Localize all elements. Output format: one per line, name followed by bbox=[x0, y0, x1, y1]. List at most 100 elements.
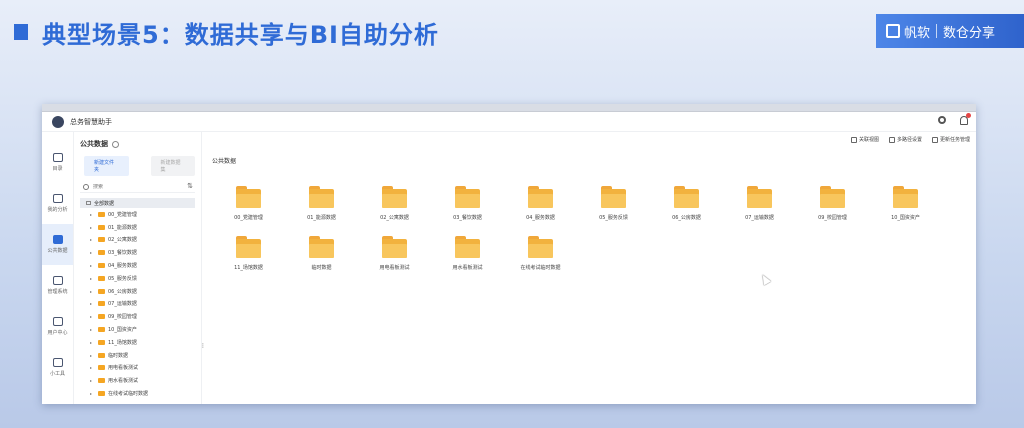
new-folder-button[interactable]: 新建文件夹 bbox=[84, 156, 129, 176]
folder-icon bbox=[528, 236, 553, 258]
root-folder-icon bbox=[86, 201, 91, 205]
nav-item-label: 我的分析 bbox=[47, 207, 68, 213]
nav-item[interactable]: 用户中心 bbox=[42, 306, 73, 347]
tree-item[interactable]: ▸ 用水看板测试 bbox=[90, 374, 195, 387]
tree-root-label: 全部数据 bbox=[94, 200, 115, 207]
folder-icon bbox=[382, 236, 407, 258]
folder-card[interactable]: 临时数据 bbox=[285, 236, 358, 271]
folder-card[interactable]: 09_校园管理 bbox=[796, 186, 869, 221]
folder-icon bbox=[674, 186, 699, 208]
folder-icon bbox=[98, 250, 105, 256]
toolbar-label: 多路径设置 bbox=[896, 137, 922, 143]
tree-item[interactable]: ▸ 在线考试临时数据 bbox=[90, 387, 195, 400]
expand-caret-icon[interactable]: ▸ bbox=[90, 378, 95, 383]
folder-card[interactable]: 在线考试临时数据 bbox=[504, 236, 577, 271]
expand-caret-icon[interactable]: ▸ bbox=[90, 353, 95, 358]
tree-item[interactable]: ▸ 02_公寓数据 bbox=[90, 234, 195, 247]
folder-card[interactable]: 10_国资资产 bbox=[869, 186, 942, 221]
brand-tagline: 数仓分享 bbox=[943, 25, 996, 41]
expand-caret-icon[interactable]: ▸ bbox=[90, 263, 95, 268]
folder-icon bbox=[98, 237, 105, 243]
nav-item[interactable]: 目录 bbox=[42, 142, 73, 183]
tree-item[interactable]: ▸ 用电看板测试 bbox=[90, 362, 195, 375]
toolbar-button[interactable]: 关联视图 bbox=[850, 136, 879, 143]
tree-item[interactable]: ▸ 09_校园管理 bbox=[90, 310, 195, 323]
toolbar-label: 更新任务管理 bbox=[939, 137, 970, 143]
new-dataset-button[interactable]: 新建数据集 bbox=[150, 156, 195, 176]
expand-caret-icon[interactable]: ▸ bbox=[90, 391, 95, 396]
expand-caret-icon[interactable]: ▸ bbox=[90, 250, 95, 255]
nav-item[interactable]: 管理系统 bbox=[42, 265, 73, 306]
folder-name: 用电看板测试 bbox=[379, 265, 410, 271]
app-logo-icon bbox=[52, 115, 64, 128]
tree-item[interactable]: ▸ 04_服务数据 bbox=[90, 259, 195, 272]
nav-item-label: 用户中心 bbox=[47, 330, 68, 336]
search-input[interactable] bbox=[93, 183, 173, 190]
tree-item[interactable]: ▸ 临时数据 bbox=[90, 349, 195, 362]
folder-icon bbox=[382, 186, 407, 208]
tree-item[interactable]: ▸ 03_餐饮数据 bbox=[90, 246, 195, 259]
tree-settings-gear-icon[interactable] bbox=[112, 140, 119, 148]
tree-title: 公共数据 bbox=[80, 140, 108, 148]
tree-item[interactable]: ▸ 01_能源数据 bbox=[90, 221, 195, 234]
tree-item[interactable]: ▸ 06_公房数据 bbox=[90, 285, 195, 298]
folder-icon bbox=[98, 327, 105, 333]
tree-item-label: 11_场馆数据 bbox=[108, 339, 137, 346]
folder-card[interactable]: 用电看板测试 bbox=[358, 236, 431, 271]
toolbar-label: 关联视图 bbox=[858, 137, 879, 143]
sort-icon[interactable]: ⇅ bbox=[187, 182, 193, 190]
nav-item-label: 公共数据 bbox=[47, 248, 68, 254]
nav-item[interactable]: 我的分析 bbox=[42, 183, 73, 224]
expand-caret-icon[interactable]: ▸ bbox=[90, 289, 95, 294]
folder-card[interactable]: 02_公寓数据 bbox=[358, 186, 431, 221]
folder-card[interactable]: 05_服务反馈 bbox=[577, 186, 650, 221]
expand-caret-icon[interactable]: ▸ bbox=[90, 212, 95, 217]
notification-bell-icon[interactable] bbox=[960, 113, 971, 125]
tree-item-label: 在线考试临时数据 bbox=[108, 391, 149, 398]
folder-card[interactable]: 用水看板测试 bbox=[431, 236, 504, 271]
folder-card[interactable]: 04_服务数据 bbox=[504, 186, 577, 221]
tree-item[interactable]: ▸ 05_服务反馈 bbox=[90, 272, 195, 285]
folder-card[interactable]: 06_公房数据 bbox=[650, 186, 723, 221]
expand-caret-icon[interactable]: ▸ bbox=[90, 237, 95, 242]
folder-icon bbox=[98, 378, 105, 384]
tree-item-label: 临时数据 bbox=[108, 352, 129, 359]
folder-name: 07_运输数据 bbox=[745, 215, 774, 221]
folder-card[interactable]: 01_能源数据 bbox=[285, 186, 358, 221]
app-window: 总务智慧助手 目录 我的分析 公共数据 管理系统 用户中心 小工具 公共数据 新建文件夹 … bbox=[42, 104, 976, 404]
folder-icon bbox=[820, 186, 845, 208]
database-icon bbox=[52, 235, 63, 244]
nav-item[interactable]: 小工具 bbox=[42, 347, 73, 388]
mouse-cursor bbox=[759, 272, 771, 286]
folder-card[interactable]: 11_场馆数据 bbox=[212, 236, 285, 271]
folder-name: 11_场馆数据 bbox=[234, 265, 263, 271]
tree-item[interactable]: ▸ 00_党建管理 bbox=[90, 208, 195, 221]
user-icon bbox=[52, 317, 63, 326]
expand-caret-icon[interactable]: ▸ bbox=[90, 340, 95, 345]
expand-caret-icon[interactable]: ▸ bbox=[90, 225, 95, 230]
toolbar-button[interactable]: 多路径设置 bbox=[888, 136, 922, 143]
expand-caret-icon[interactable]: ▸ bbox=[90, 365, 95, 370]
tree-item[interactable]: ▸ 10_国资资产 bbox=[90, 323, 195, 336]
tree-item-label: 10_国资资产 bbox=[108, 327, 137, 334]
folder-card[interactable]: 03_餐饮数据 bbox=[431, 186, 504, 221]
expand-caret-icon[interactable]: ▸ bbox=[90, 327, 95, 332]
nav-item[interactable]: 公共数据 bbox=[42, 224, 73, 265]
expand-caret-icon[interactable]: ▸ bbox=[90, 314, 95, 319]
expand-caret-icon[interactable]: ▸ bbox=[90, 276, 95, 281]
folder-card[interactable]: 07_运输数据 bbox=[723, 186, 796, 221]
folder-card[interactable]: 00_党建管理 bbox=[212, 186, 285, 221]
tool-icon bbox=[52, 358, 63, 367]
folder-icon bbox=[98, 365, 105, 371]
settings-gear-icon[interactable] bbox=[938, 116, 946, 124]
manage-icon bbox=[52, 276, 63, 285]
folder-icon bbox=[98, 263, 105, 269]
folder-icon bbox=[98, 352, 105, 358]
toolbar-button[interactable]: 更新任务管理 bbox=[931, 136, 970, 143]
folder-icon bbox=[747, 186, 772, 208]
tree-root[interactable]: 全部数据 bbox=[80, 198, 195, 208]
tree-item[interactable]: ▸ 07_运输数据 bbox=[90, 298, 195, 311]
tree-item[interactable]: ▸ 11_场馆数据 bbox=[90, 336, 195, 349]
folder-name: 00_党建管理 bbox=[234, 215, 263, 221]
expand-caret-icon[interactable]: ▸ bbox=[90, 301, 95, 306]
